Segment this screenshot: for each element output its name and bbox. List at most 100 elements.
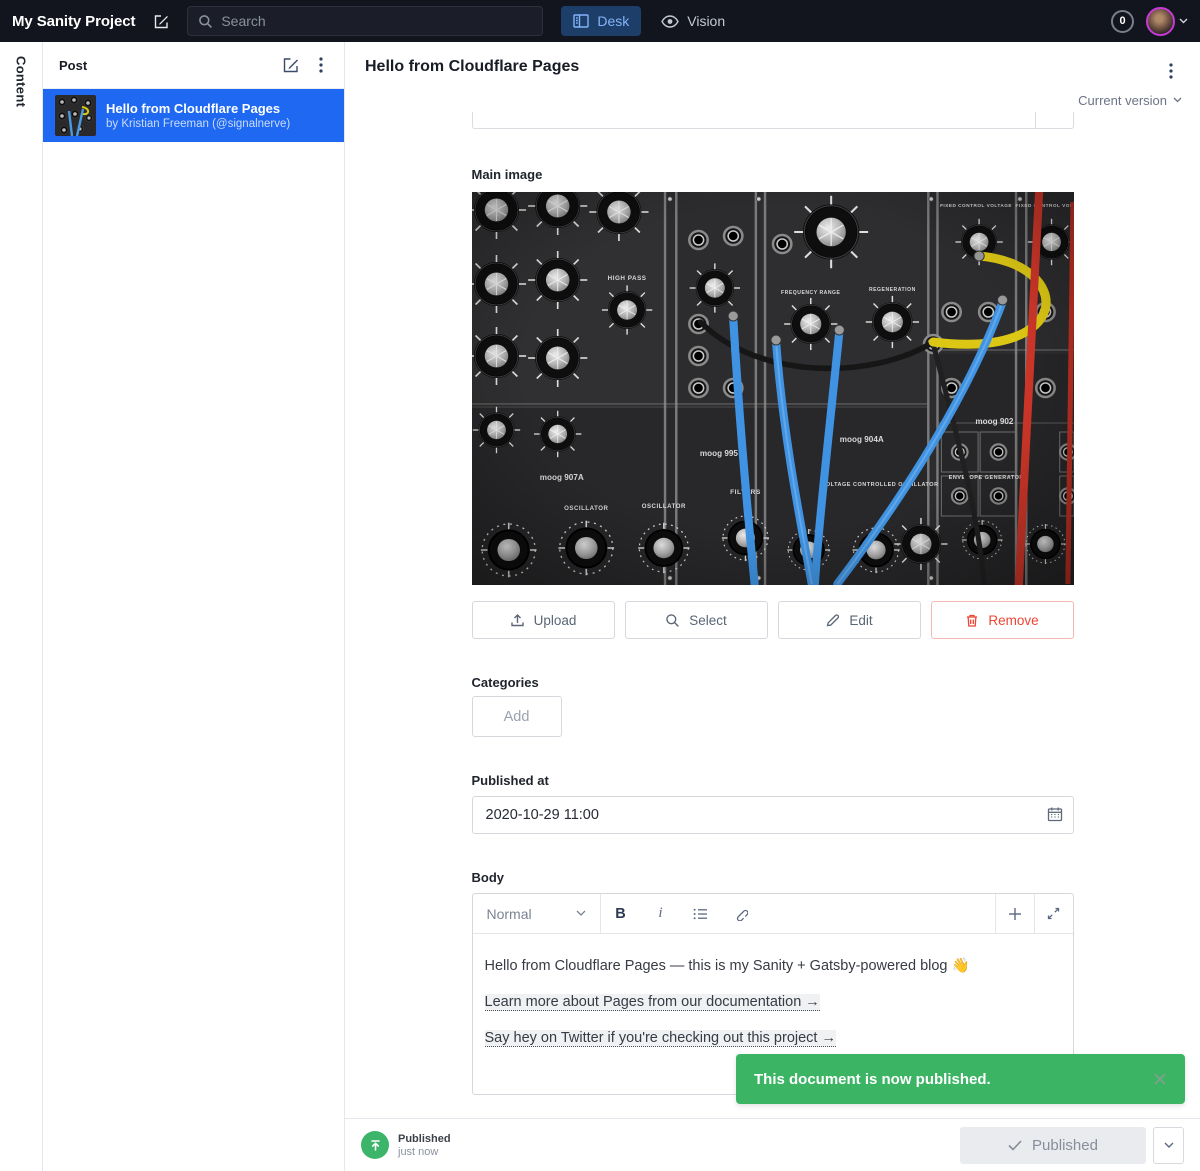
trash-icon xyxy=(965,613,979,628)
tab-vision-label: Vision xyxy=(687,13,725,29)
app-body: Content Post xyxy=(0,42,1200,1171)
chevron-down-icon xyxy=(1164,1142,1174,1149)
block-style-value: Normal xyxy=(487,906,532,922)
project-title[interactable]: My Sanity Project xyxy=(12,13,135,30)
list-item-title: Hello from Cloudflare Pages xyxy=(106,101,290,116)
published-at-label: Published at xyxy=(472,773,1074,788)
tab-desk-label: Desk xyxy=(597,13,629,29)
calendar-button[interactable] xyxy=(1047,806,1063,825)
calendar-icon xyxy=(1047,806,1063,822)
slug-field-partial[interactable] xyxy=(472,112,1074,129)
plus-icon xyxy=(1008,907,1022,921)
upload-label: Upload xyxy=(534,613,577,628)
upload-icon xyxy=(510,613,525,628)
link-button[interactable] xyxy=(721,894,761,933)
content-rail-label[interactable]: Content xyxy=(14,56,29,1171)
upload-button[interactable]: Upload xyxy=(472,601,615,639)
tab-desk[interactable]: Desk xyxy=(561,6,641,36)
bold-button[interactable]: B xyxy=(601,894,641,933)
italic-button[interactable]: i xyxy=(641,894,681,933)
publish-button-label: Published xyxy=(1032,1137,1098,1154)
toast-close-button[interactable] xyxy=(1153,1072,1167,1086)
insert-block-button[interactable] xyxy=(995,894,1034,933)
check-icon xyxy=(1008,1140,1022,1151)
version-label: Current version xyxy=(1078,93,1167,108)
pane-menu-button[interactable] xyxy=(306,50,336,80)
bullet-list-icon xyxy=(693,908,708,920)
document-pane: Hello from Cloudflare Pages Current vers… xyxy=(345,42,1200,1171)
synthesizer-photo: FIXED CONTROL VOLTAGE FIXED CONTROL VOLT… xyxy=(472,192,1074,585)
list-item-subtitle: by Kristian Freeman (@signalnerve) xyxy=(106,118,290,130)
expand-editor-button[interactable] xyxy=(1034,894,1073,933)
ellipsis-vertical-icon xyxy=(1169,63,1173,79)
badge-count: 0 xyxy=(1119,15,1125,27)
version-selector[interactable]: Current version xyxy=(1078,88,1182,112)
global-create-button[interactable] xyxy=(149,9,173,33)
bullet-list-button[interactable] xyxy=(681,894,721,933)
select-button[interactable]: Select xyxy=(625,601,768,639)
create-new-document-button[interactable] xyxy=(276,50,306,80)
ellipsis-vertical-icon xyxy=(319,57,323,73)
publish-status[interactable]: Published just now xyxy=(361,1131,451,1159)
tool-tabs: Desk Vision xyxy=(561,6,737,36)
editor-toolbar: Normal B i xyxy=(473,894,1073,934)
body-paragraph: Hello from Cloudflare Pages — this is my… xyxy=(485,956,1061,978)
publish-status-time: just now xyxy=(398,1146,451,1158)
link-icon xyxy=(734,907,748,921)
pencil-icon xyxy=(825,613,840,628)
close-icon xyxy=(1153,1072,1167,1086)
search-input[interactable] xyxy=(221,13,532,29)
slug-field-divider xyxy=(1035,112,1036,128)
body-link-twitter[interactable]: Say hey on Twitter if you're checking ou… xyxy=(485,1030,836,1047)
top-navbar: My Sanity Project Desk xyxy=(0,0,1200,42)
edit-button[interactable]: Edit xyxy=(778,601,921,639)
eye-icon xyxy=(661,15,679,28)
publish-status-text: Published just now xyxy=(398,1133,451,1158)
list-item-post[interactable]: Hello from Cloudflare Pages by Kristian … xyxy=(43,89,344,142)
user-menu[interactable] xyxy=(1146,7,1188,36)
block-style-select[interactable]: Normal xyxy=(473,894,601,933)
desk-icon xyxy=(573,14,589,28)
main-image-preview[interactable]: FIXED CONTROL VOLTAGE FIXED CONTROL VOLT… xyxy=(472,192,1074,585)
tab-vision[interactable]: Vision xyxy=(649,6,737,36)
avatar xyxy=(1146,7,1175,36)
document-thumbnail xyxy=(55,95,96,136)
select-label: Select xyxy=(689,613,727,628)
topbar-right: 0 xyxy=(1111,7,1188,36)
pane-header: Post xyxy=(43,42,344,89)
publish-button[interactable]: Published xyxy=(960,1127,1146,1164)
toolbar-spacer xyxy=(761,894,995,933)
compose-icon xyxy=(153,13,170,30)
body-link-docs[interactable]: Learn more about Pages from our document… xyxy=(485,994,820,1011)
toast-success: This document is now published. xyxy=(736,1054,1185,1104)
published-icon xyxy=(361,1131,389,1159)
add-category-button[interactable]: Add xyxy=(472,696,562,737)
search-bar[interactable] xyxy=(187,6,543,36)
published-at-input[interactable] xyxy=(472,796,1074,834)
published-at-field xyxy=(472,796,1074,834)
publish-status-title: Published xyxy=(398,1133,451,1145)
search-icon xyxy=(198,14,213,29)
content-rail: Content xyxy=(0,42,43,1171)
body-label: Body xyxy=(472,870,1074,885)
document-form: Main image xyxy=(345,112,1200,1118)
chevron-down-icon xyxy=(1179,18,1188,24)
toast-message: This document is now published. xyxy=(754,1071,991,1088)
remove-label: Remove xyxy=(988,613,1038,628)
pane-title: Post xyxy=(59,58,276,73)
categories-label: Categories xyxy=(472,675,1074,690)
search-icon xyxy=(665,613,680,628)
remove-button[interactable]: Remove xyxy=(931,601,1074,639)
sanity-studio: My Sanity Project Desk xyxy=(0,0,1200,1171)
version-row: Current version xyxy=(345,86,1200,112)
post-list-pane: Post xyxy=(43,42,345,1171)
document-menu-button[interactable] xyxy=(1156,56,1186,86)
expand-icon xyxy=(1047,907,1060,920)
footer-actions: Published xyxy=(960,1127,1184,1164)
main-image-label: Main image xyxy=(472,167,1074,182)
notifications-badge[interactable]: 0 xyxy=(1111,10,1134,33)
publish-menu-button[interactable] xyxy=(1153,1127,1184,1164)
document-header: Hello from Cloudflare Pages xyxy=(345,42,1200,86)
document-title: Hello from Cloudflare Pages xyxy=(365,56,1156,78)
image-actions: Upload Select Edit xyxy=(472,601,1074,639)
